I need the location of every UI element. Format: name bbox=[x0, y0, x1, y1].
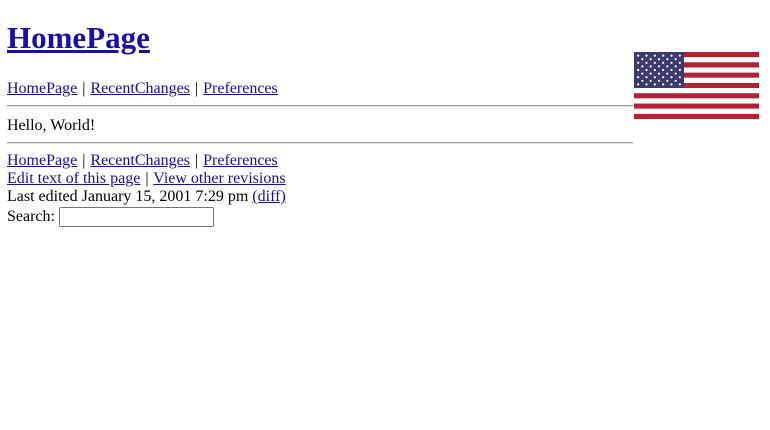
top-nav: HomePage | RecentChanges | Preferences bbox=[7, 80, 278, 98]
footer: HomePage | RecentChanges | Preferences E… bbox=[7, 152, 286, 228]
last-edited-text: Last edited January 15, 2001 7:29 pm bbox=[7, 188, 249, 205]
bottom-nav-homepage-link[interactable]: HomePage bbox=[7, 152, 77, 169]
bottom-nav-recentchanges-link[interactable]: RecentChanges bbox=[90, 152, 190, 169]
nav-homepage-link[interactable]: HomePage bbox=[7, 80, 77, 97]
edit-page-link[interactable]: Edit text of this page bbox=[7, 170, 140, 187]
page-body-text: Hello, World! bbox=[7, 117, 96, 134]
edit-links: Edit text of this page | View other revi… bbox=[7, 170, 286, 188]
page-title-link[interactable]: HomePage bbox=[7, 20, 150, 55]
view-revisions-link[interactable]: View other revisions bbox=[153, 170, 285, 187]
search-label: Search: bbox=[7, 208, 55, 225]
us-flag-icon bbox=[634, 52, 759, 119]
nav-recentchanges-link[interactable]: RecentChanges bbox=[90, 80, 190, 97]
nav-separator: | bbox=[82, 80, 86, 97]
nav-separator: | bbox=[194, 80, 199, 97]
diff-link[interactable]: (diff) bbox=[252, 188, 285, 205]
page-body: Hello, World! bbox=[7, 117, 95, 135]
bottom-nav-preferences-link[interactable]: Preferences bbox=[203, 152, 278, 169]
nav-separator: | bbox=[194, 152, 199, 169]
nav-separator: | bbox=[82, 152, 86, 169]
bottom-nav: HomePage | RecentChanges | Preferences bbox=[7, 152, 286, 170]
top-divider bbox=[7, 105, 633, 107]
last-edited: Last edited January 15, 2001 7:29 pm (di… bbox=[7, 188, 286, 206]
nav-preferences-link[interactable]: Preferences bbox=[203, 80, 278, 97]
search-input[interactable] bbox=[58, 207, 214, 227]
nav-separator: | bbox=[145, 170, 149, 187]
page-title: HomePage bbox=[7, 18, 150, 58]
search-row: Search: bbox=[7, 206, 286, 228]
bottom-divider bbox=[7, 142, 633, 144]
